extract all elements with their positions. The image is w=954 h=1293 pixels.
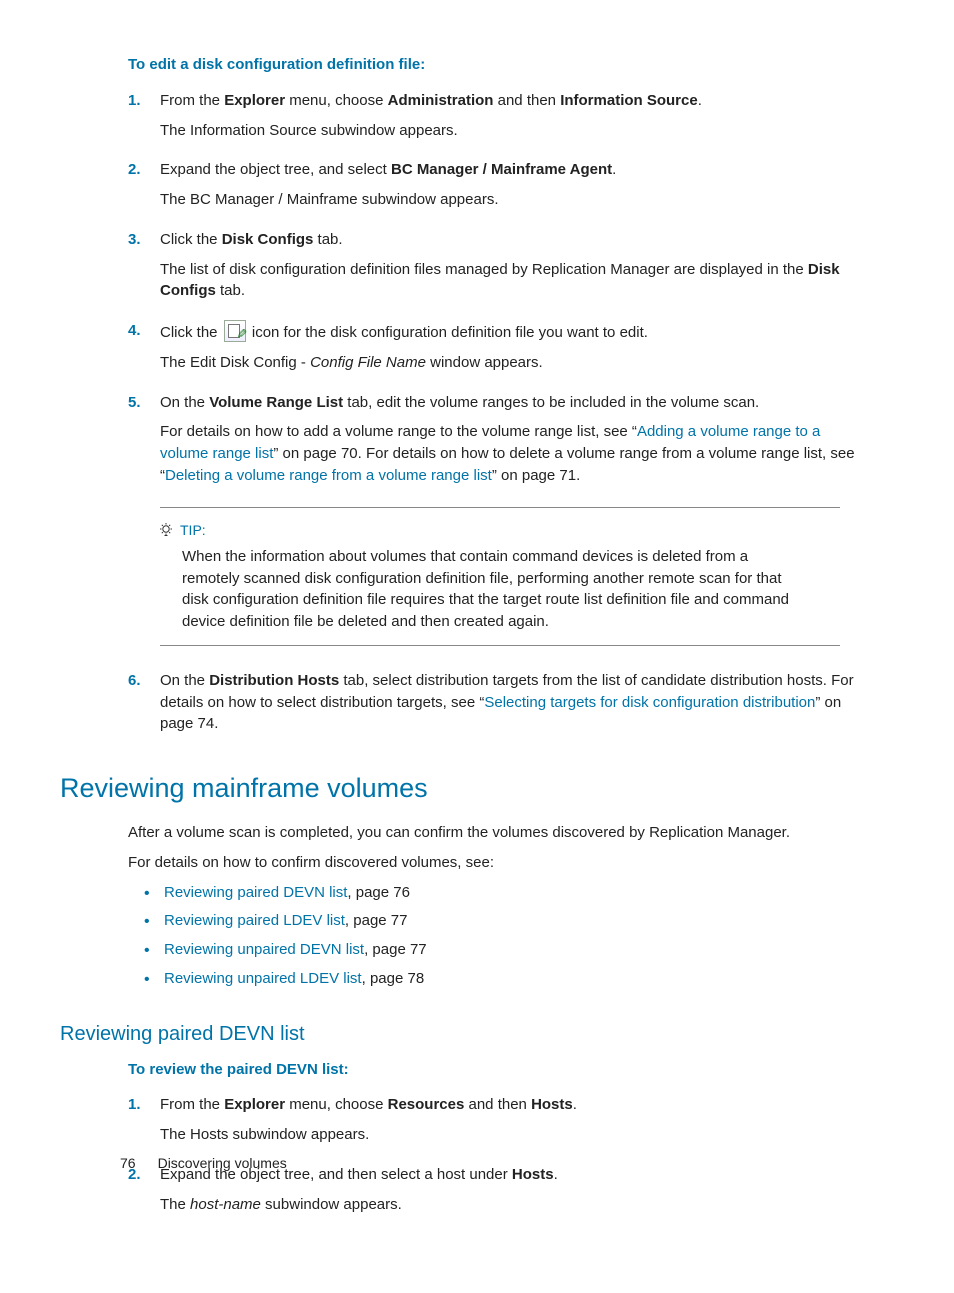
list-item: Reviewing paired LDEV list, page 77 <box>144 910 864 932</box>
procedure-heading: To edit a disk configuration definition … <box>128 54 864 76</box>
xref-link[interactable]: Deleting a volume range from a volume ra… <box>165 467 492 484</box>
xref-link[interactable]: Selecting targets for disk configuration… <box>484 694 815 711</box>
step-result: The Information Source subwindow appears… <box>160 120 864 142</box>
tip-box: TIP: When the information about volumes … <box>160 507 840 646</box>
tip-header: TIP: <box>158 520 800 540</box>
tip-body: When the information about volumes that … <box>182 546 800 633</box>
section-heading: Reviewing mainframe volumes <box>60 769 864 808</box>
step-text: From the Explorer menu, choose Resources… <box>160 1094 864 1116</box>
step-2: 2. Expand the object tree, and select BC… <box>128 159 864 211</box>
tip-label: TIP: <box>180 520 206 540</box>
edit-icon <box>224 320 246 342</box>
step-result: The host-name subwindow appears. <box>160 1194 864 1216</box>
step-number: 6. <box>128 670 141 692</box>
body-para: For details on how to confirm discovered… <box>128 852 864 874</box>
step-4: 4. Click the icon for the disk configura… <box>128 320 864 374</box>
xref-link[interactable]: Reviewing unpaired LDEV list <box>164 970 362 987</box>
step-number: 1. <box>128 1094 141 1116</box>
step-result: The Hosts subwindow appears. <box>160 1124 864 1146</box>
step-number: 5. <box>128 392 141 414</box>
step-number: 2. <box>128 159 141 181</box>
list-item: Reviewing paired DEVN list, page 76 <box>144 882 864 904</box>
step-text: Expand the object tree, and select BC Ma… <box>160 159 864 181</box>
procedure-steps-cont: 6. On the Distribution Hosts tab, select… <box>128 670 864 735</box>
xref-link[interactable]: Reviewing paired DEVN list <box>164 884 347 901</box>
step-number: 1. <box>128 90 141 112</box>
step-result: The Edit Disk Config - Config File Name … <box>160 352 864 374</box>
step-number: 3. <box>128 229 141 251</box>
procedure-heading: To review the paired DEVN list: <box>128 1059 864 1081</box>
chapter-title: Discovering volumes <box>158 1155 287 1171</box>
step-number: 4. <box>128 320 141 342</box>
step-text: Click the icon for the disk configuratio… <box>160 320 864 344</box>
step-result: The list of disk configuration definitio… <box>160 259 864 303</box>
step-text: On the Distribution Hosts tab, select di… <box>160 670 864 735</box>
lightbulb-icon <box>158 522 174 538</box>
step-6: 6. On the Distribution Hosts tab, select… <box>128 670 864 735</box>
xref-link[interactable]: Reviewing paired LDEV list <box>164 912 345 929</box>
page-footer: 76 Discovering volumes <box>120 1153 287 1173</box>
step-text: Click the Disk Configs tab. <box>160 229 864 251</box>
xref-bullet-list: Reviewing paired DEVN list, page 76 Revi… <box>144 882 864 990</box>
subsection-heading: Reviewing paired DEVN list <box>60 1020 864 1049</box>
xref-link[interactable]: Reviewing unpaired DEVN list <box>164 941 364 958</box>
step-3: 3. Click the Disk Configs tab. The list … <box>128 229 864 302</box>
step-text: From the Explorer menu, choose Administr… <box>160 90 864 112</box>
procedure-steps: 1. From the Explorer menu, choose Admini… <box>128 90 864 487</box>
step-1: 1. From the Explorer menu, choose Resour… <box>128 1094 864 1146</box>
body-para: After a volume scan is completed, you ca… <box>128 822 864 844</box>
step-result: The BC Manager / Mainframe subwindow app… <box>160 189 864 211</box>
list-item: Reviewing unpaired LDEV list, page 78 <box>144 968 864 990</box>
step-5: 5. On the Volume Range List tab, edit th… <box>128 392 864 487</box>
list-item: Reviewing unpaired DEVN list, page 77 <box>144 939 864 961</box>
step-text: On the Volume Range List tab, edit the v… <box>160 392 864 414</box>
step-1: 1. From the Explorer menu, choose Admini… <box>128 90 864 142</box>
page-number: 76 <box>120 1155 136 1171</box>
step-detail: For details on how to add a volume range… <box>160 421 864 486</box>
